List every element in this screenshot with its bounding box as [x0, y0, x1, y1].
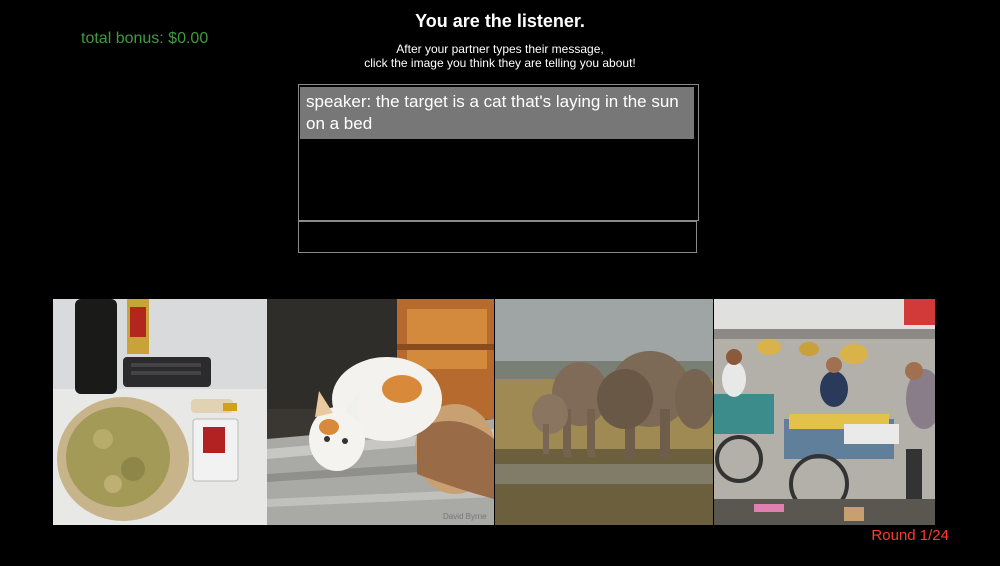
role-title: You are the listener. — [415, 11, 585, 31]
image-cat-bed[interactable]: David Byrne — [267, 299, 494, 525]
instruction-line: After your partner types their message, — [396, 42, 604, 56]
chat-message: speaker: the target is a cat that's layi… — [300, 87, 694, 139]
photo-watermark: David Byrne — [443, 512, 487, 521]
round-counter: Round 1/24 — [871, 527, 949, 544]
chat-log[interactable]: speaker: the target is a cat that's layi… — [298, 84, 699, 221]
image-food-table[interactable] — [53, 299, 267, 525]
image-elephants[interactable] — [495, 299, 713, 525]
chat-input[interactable] — [298, 221, 697, 253]
instruction-line: click the image you think they are telli… — [364, 56, 636, 70]
instructions: After your partner types their message, … — [0, 42, 1000, 70]
image-street-market[interactable] — [714, 299, 935, 525]
